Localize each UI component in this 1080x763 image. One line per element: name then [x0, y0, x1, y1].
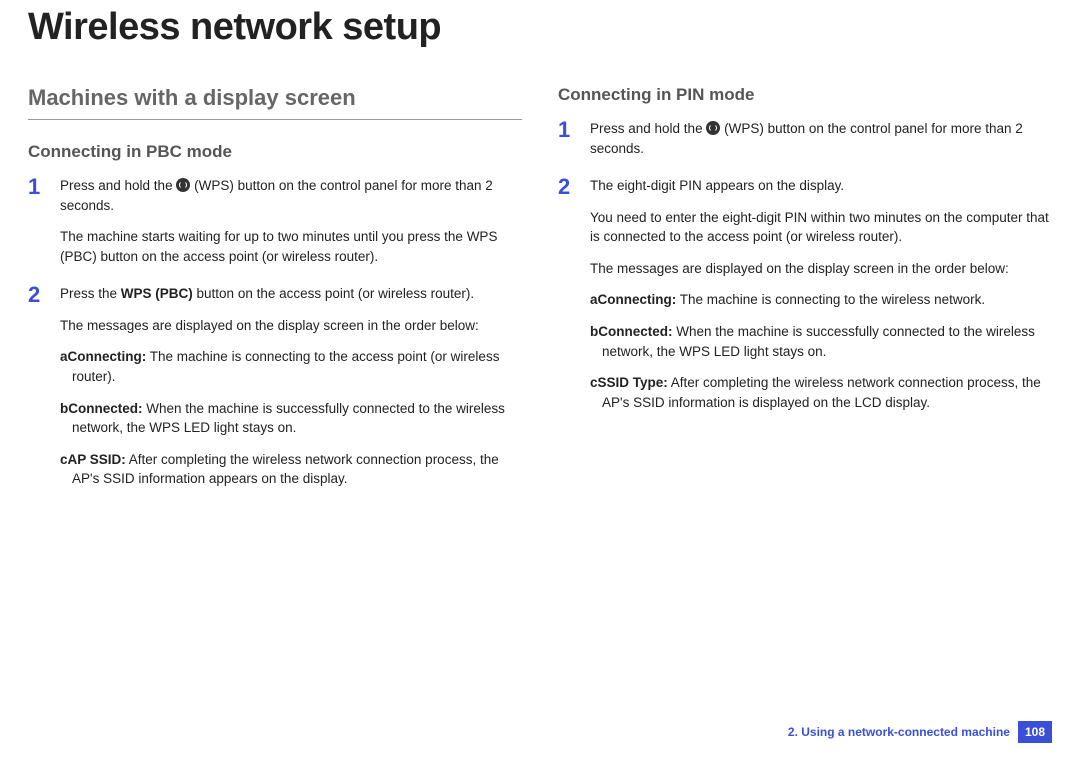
footer: 2. Using a network-connected machine 108 — [788, 721, 1052, 743]
step-2: 2 The eight-digit PIN appears on the dis… — [558, 176, 1052, 412]
step-body: Press and hold the (WPS) button on the c… — [60, 176, 522, 266]
page-title: Wireless network setup — [28, 0, 1052, 49]
bold-text: SSID Type: — [598, 375, 668, 390]
step-body: The eight-digit PIN appears on the displ… — [590, 176, 1052, 412]
text: Press the — [60, 286, 121, 301]
sub-item-c: cAP SSID: After completing the wireless … — [60, 450, 522, 489]
bold-text: Connecting: — [68, 349, 147, 364]
paragraph: The messages are displayed on the displa… — [60, 316, 522, 336]
paragraph: The eight-digit PIN appears on the displ… — [590, 176, 1052, 196]
step-number: 1 — [558, 119, 576, 158]
wps-icon — [706, 121, 720, 135]
text: Press and hold the — [60, 178, 176, 193]
wps-icon — [176, 178, 190, 192]
sub-item-a: aConnecting: The machine is connecting t… — [590, 290, 1052, 310]
divider — [28, 119, 522, 120]
sub-item-b: bConnected: When the machine is successf… — [590, 322, 1052, 361]
paragraph: Press and hold the (WPS) button on the c… — [590, 119, 1052, 158]
subsection-heading: Connecting in PBC mode — [28, 142, 522, 162]
left-column: Machines with a display screen Connectin… — [28, 85, 522, 507]
bold-text: AP SSID: — [68, 452, 126, 467]
step-2: 2 Press the WPS (PBC) button on the acce… — [28, 284, 522, 489]
section-heading: Machines with a display screen — [28, 85, 522, 111]
bold-text: Connected: — [598, 324, 672, 339]
step-number: 2 — [28, 284, 46, 489]
paragraph: You need to enter the eight-digit PIN wi… — [590, 208, 1052, 247]
label: c — [590, 375, 598, 390]
label: a — [60, 349, 68, 364]
paragraph: Press the WPS (PBC) button on the access… — [60, 284, 522, 304]
footer-page-number: 108 — [1018, 721, 1052, 743]
two-column-layout: Machines with a display screen Connectin… — [28, 85, 1052, 507]
step-body: Press the WPS (PBC) button on the access… — [60, 284, 522, 489]
sub-item-c: cSSID Type: After completing the wireles… — [590, 373, 1052, 412]
label: b — [590, 324, 598, 339]
document-page: Wireless network setup Machines with a d… — [0, 0, 1080, 763]
bold-text: WPS (PBC) — [121, 286, 193, 301]
right-column: Connecting in PIN mode 1 Press and hold … — [558, 85, 1052, 507]
sub-item-b: bConnected: When the machine is successf… — [60, 399, 522, 438]
paragraph: Press and hold the (WPS) button on the c… — [60, 176, 522, 215]
label: a — [590, 292, 598, 307]
text: button on the access point (or wireless … — [193, 286, 474, 301]
sub-item-a: aConnecting: The machine is connecting t… — [60, 347, 522, 386]
step-number: 1 — [28, 176, 46, 266]
step-number: 2 — [558, 176, 576, 412]
label: c — [60, 452, 68, 467]
paragraph: The machine starts waiting for up to two… — [60, 227, 522, 266]
text: Press and hold the — [590, 121, 706, 136]
footer-chapter: 2. Using a network-connected machine — [788, 725, 1010, 739]
text: The machine is connecting to the wireles… — [676, 292, 985, 307]
text: After completing the wireless network co… — [72, 452, 499, 487]
bold-text: Connecting: — [598, 292, 677, 307]
step-1: 1 Press and hold the (WPS) button on the… — [558, 119, 1052, 158]
subsection-heading: Connecting in PIN mode — [558, 85, 1052, 105]
label: b — [60, 401, 68, 416]
step-1: 1 Press and hold the (WPS) button on the… — [28, 176, 522, 266]
bold-text: Connected: — [68, 401, 142, 416]
step-body: Press and hold the (WPS) button on the c… — [590, 119, 1052, 158]
text: After completing the wireless network co… — [602, 375, 1041, 410]
paragraph: The messages are displayed on the displa… — [590, 259, 1052, 279]
